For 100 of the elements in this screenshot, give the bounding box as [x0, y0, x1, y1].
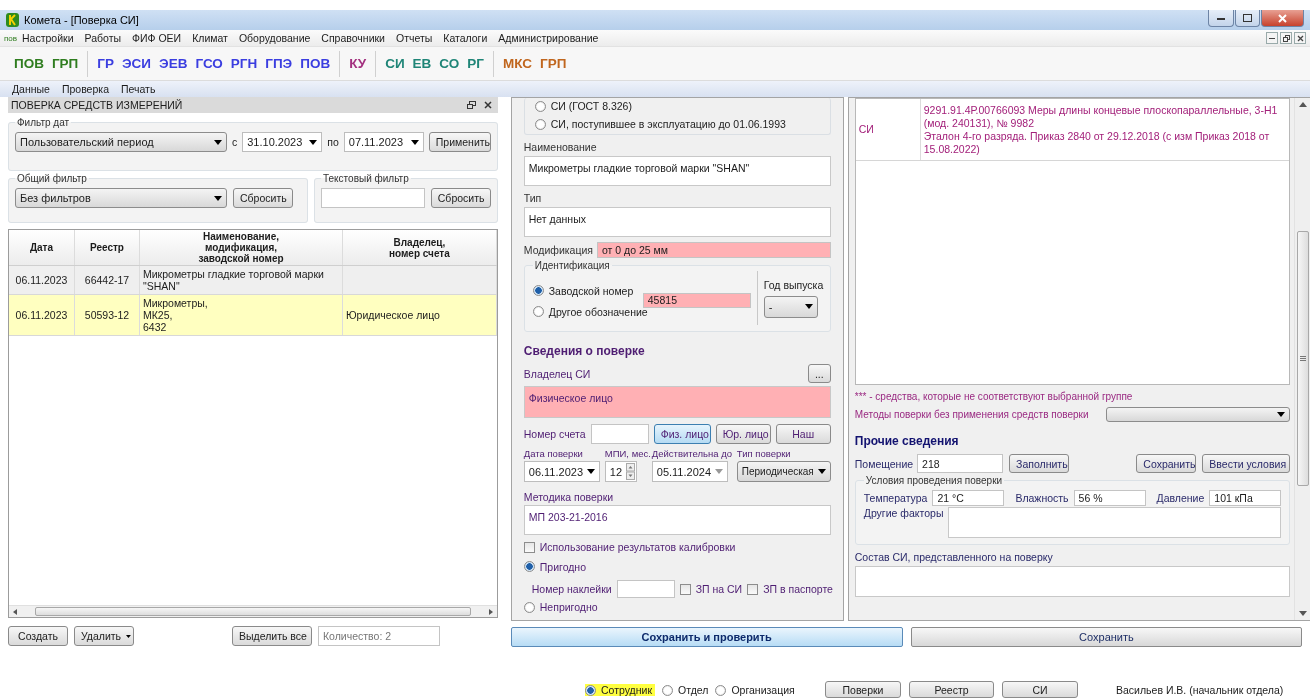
toolbar-button[interactable]: ГПЭ [265, 56, 293, 71]
horizontal-scrollbar[interactable] [9, 605, 497, 617]
fill-button[interactable]: Заполнить [1009, 454, 1070, 473]
menu-item[interactable]: Работы [84, 32, 121, 44]
browse-button[interactable]: ... [807, 364, 831, 383]
months-spinner[interactable]: 12 [604, 461, 637, 482]
arrow-up-icon[interactable] [1299, 102, 1308, 107]
menu-item[interactable]: Справочники [321, 32, 385, 44]
close-button[interactable] [1261, 10, 1304, 27]
methods-dropdown[interactable] [1106, 407, 1291, 422]
column-header[interactable]: Наименование, модификация, заводской номер [140, 230, 343, 265]
checkbox[interactable]: Использование результатов калибровки [523, 541, 736, 553]
toolbar-button[interactable]: РГ [467, 56, 484, 71]
restore-button[interactable] [1280, 32, 1292, 44]
table-row[interactable]: 06.11.2023 66442-17 Микрометры гладкие торговой марки "SHAN" [9, 266, 497, 295]
save-button[interactable]: Сохранить [1136, 454, 1197, 473]
humidity-input[interactable]: 56 % [1073, 490, 1146, 506]
menu-item[interactable]: Настройки [22, 32, 74, 44]
radio-option[interactable]: Сотрудник [585, 684, 655, 696]
toolbar-button[interactable]: ГРП [540, 56, 567, 71]
owner-type-button[interactable]: Наш [775, 424, 831, 444]
close-icon[interactable] [483, 101, 492, 109]
radio-option[interactable]: Отдел [662, 684, 709, 696]
radio-option[interactable]: Организация [715, 684, 795, 696]
arrow-down-icon[interactable] [1299, 611, 1308, 616]
nav-button[interactable]: Реестр [909, 681, 994, 698]
save-button[interactable]: Сохранить [910, 627, 1303, 647]
menu-item[interactable]: Данные [12, 83, 50, 95]
nav-button[interactable]: СИ [1002, 681, 1078, 698]
minimize-button[interactable] [1266, 32, 1278, 44]
type-field[interactable]: Нет данных [523, 207, 831, 237]
select-all-button[interactable]: Выделить все [232, 626, 312, 646]
apply-button[interactable]: Применить [428, 132, 491, 152]
save-and-check-button[interactable]: Сохранить и проверить [510, 627, 903, 647]
date-picker[interactable]: 07.11.2023 [343, 132, 424, 152]
menu-item[interactable]: Каталоги [443, 32, 488, 44]
year-dropdown[interactable]: - [763, 295, 818, 318]
toolbar-button[interactable]: ЭСИ [122, 56, 152, 71]
owner-type-button[interactable]: Физ. лицо [653, 424, 711, 444]
toolbar-button[interactable]: ПОВ [300, 56, 331, 71]
text-filter-input[interactable] [321, 188, 425, 208]
toolbar-button[interactable]: ПОВ [14, 56, 44, 71]
spinner-arrows-icon[interactable] [625, 463, 635, 480]
room-input[interactable]: 218 [917, 454, 1004, 473]
pressure-input[interactable]: 101 кПа [1209, 490, 1282, 506]
column-header[interactable]: Дата [9, 230, 75, 265]
owner-field[interactable]: Физическое лицо [523, 386, 831, 418]
reset-button[interactable]: Сбросить [233, 188, 293, 208]
menu-item[interactable]: Печать [120, 83, 156, 95]
delete-button[interactable]: Удалить [74, 626, 134, 646]
menu-item[interactable]: Администрирование [498, 32, 599, 44]
composition-field[interactable] [854, 566, 1291, 597]
menu-item[interactable]: Оборудование [238, 32, 311, 44]
date-picker[interactable]: 05.11.2024 [651, 461, 728, 482]
toolbar-button[interactable]: ЭЕВ [159, 56, 188, 71]
menu-item[interactable]: Отчеты [395, 32, 433, 44]
account-input[interactable] [590, 424, 649, 444]
restore-icon[interactable] [466, 101, 476, 109]
method-field[interactable]: МП 203-21-2016 [523, 505, 831, 535]
temperature-input[interactable]: 21 °С [932, 490, 1005, 506]
modification-field[interactable]: от 0 до 25 мм [597, 242, 831, 258]
verification-type-dropdown[interactable]: Периодическая [736, 461, 831, 482]
toolbar-button[interactable]: СИ [385, 56, 405, 71]
column-header[interactable]: Владелец, номер счета [343, 230, 497, 265]
checkbox[interactable]: ЗП на СИ [679, 583, 743, 595]
period-dropdown[interactable]: Пользовательский период [15, 132, 227, 152]
table-row[interactable]: 06.11.2023 50593-12 Микрометры, МК25, 6432 Юридическое лицо [9, 295, 497, 336]
minimize-button[interactable] [1208, 10, 1234, 27]
maximize-button[interactable] [1235, 10, 1260, 27]
filter-dropdown[interactable]: Без фильтров [15, 188, 227, 208]
toolbar-button[interactable]: ГР [97, 56, 114, 71]
menu-item[interactable]: Проверка [61, 83, 109, 95]
radio-option[interactable]: Заводской номер [532, 284, 643, 297]
close-button[interactable] [1294, 32, 1306, 44]
serial-number-field[interactable]: 45815 [642, 292, 751, 308]
toolbar-button[interactable]: ГСО [195, 56, 223, 71]
radio-option[interactable]: СИ (ГОСТ 8.326) [534, 100, 820, 112]
toolbar-button[interactable]: РГН [230, 56, 258, 71]
toolbar-button[interactable]: КУ [349, 56, 367, 71]
checkbox[interactable]: ЗП в паспорте [747, 583, 833, 595]
radio-option[interactable]: СИ, поступившее в эксплуатацию до 01.06.1993 [534, 118, 820, 130]
column-header[interactable]: Реестр [75, 230, 140, 265]
date-picker[interactable]: 06.11.2023 [523, 461, 600, 482]
reset-button[interactable]: Сбросить [430, 188, 491, 208]
date-picker[interactable]: 31.10.2023 [242, 132, 323, 152]
menu-item[interactable]: ФИФ ОЕИ [132, 32, 182, 44]
radio-option[interactable]: Пригодно [523, 560, 586, 573]
toolbar-button[interactable]: ЕВ [412, 56, 432, 71]
nav-button[interactable]: Поверки [825, 681, 901, 698]
vertical-scrollbar[interactable] [1294, 98, 1310, 620]
toolbar-button[interactable]: ГРП [51, 56, 79, 71]
sticker-number-input[interactable] [616, 580, 675, 598]
radio-option[interactable]: Непригодно [523, 601, 598, 613]
other-factors-field[interactable] [948, 507, 1282, 538]
enter-conditions-button[interactable]: Ввести условия [1202, 454, 1291, 473]
menu-item[interactable]: Климат [192, 32, 228, 44]
owner-type-button[interactable]: Юр. лицо [715, 424, 771, 444]
create-button[interactable]: Создать [8, 626, 68, 646]
toolbar-button[interactable]: МКС [502, 56, 532, 71]
toolbar-button[interactable]: СО [439, 56, 460, 71]
